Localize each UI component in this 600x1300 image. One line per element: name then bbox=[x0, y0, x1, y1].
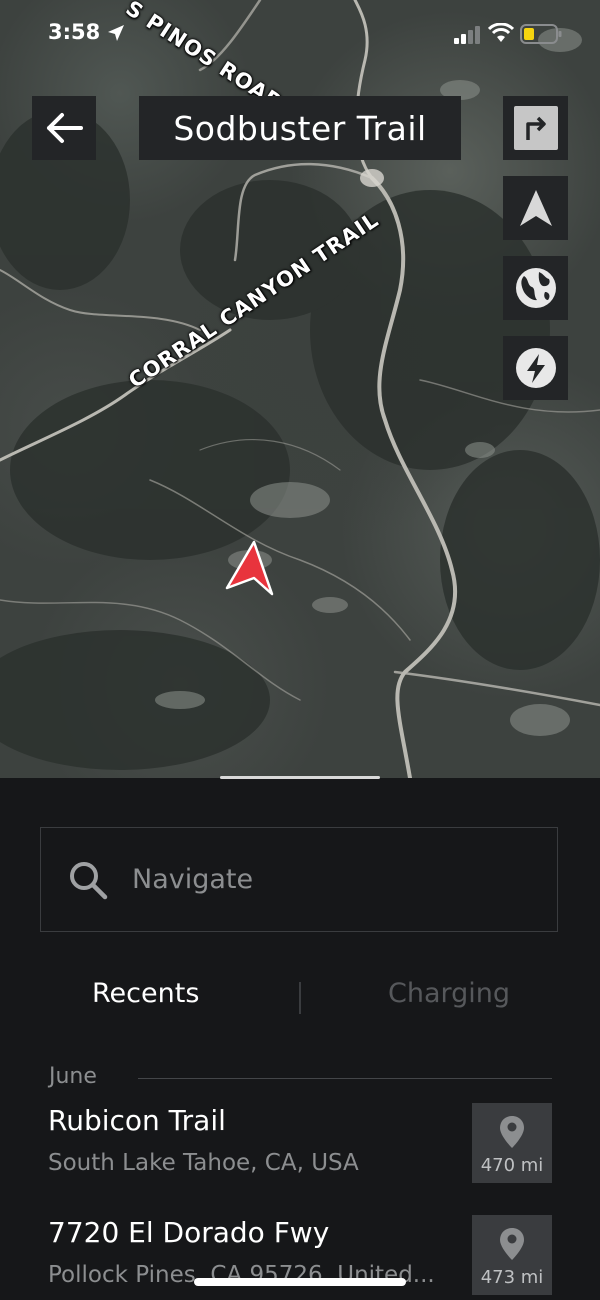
distance-label: 473 mi bbox=[480, 1267, 544, 1288]
map-pin-icon bbox=[500, 1116, 524, 1148]
destination-title[interactable]: 7720 El Dorado Fwy bbox=[48, 1216, 329, 1249]
battery-icon bbox=[520, 24, 562, 44]
home-indicator[interactable] bbox=[194, 1278, 406, 1286]
navigate-input[interactable] bbox=[130, 863, 514, 896]
destination-distance-button[interactable]: 470 mi bbox=[472, 1103, 552, 1183]
status-bar: 3:58 bbox=[0, 0, 600, 68]
cellular-signal-icon bbox=[454, 26, 480, 44]
distance-label: 470 mi bbox=[480, 1155, 544, 1176]
tab-divider bbox=[299, 982, 301, 1014]
month-header: June bbox=[49, 1064, 97, 1089]
recenter-button[interactable] bbox=[503, 176, 568, 240]
navigate-arrow-icon bbox=[519, 190, 552, 226]
status-time: 3:58 bbox=[48, 20, 101, 44]
wifi-icon bbox=[488, 23, 514, 42]
destination-address: South Lake Tahoe, CA, USA bbox=[48, 1150, 359, 1176]
current-location-arrow bbox=[225, 540, 274, 596]
search-icon bbox=[70, 861, 108, 899]
lightning-icon bbox=[515, 348, 556, 388]
destination-tabs: Recents Charging bbox=[0, 970, 600, 1030]
directions-icon bbox=[513, 106, 558, 150]
back-button[interactable] bbox=[32, 96, 96, 160]
tab-recents[interactable]: Recents bbox=[92, 978, 199, 1009]
map-pin-icon bbox=[500, 1228, 524, 1260]
tab-charging[interactable]: Charging bbox=[388, 978, 510, 1009]
globe-icon bbox=[515, 268, 556, 308]
satellite-view-button[interactable] bbox=[503, 256, 568, 320]
back-arrow-icon bbox=[47, 113, 83, 143]
divider bbox=[138, 1078, 552, 1079]
destination-title[interactable]: Rubicon Trail bbox=[48, 1104, 226, 1137]
navigate-search-box[interactable] bbox=[40, 827, 558, 932]
directions-button[interactable] bbox=[503, 96, 568, 160]
sheet-drag-handle[interactable] bbox=[220, 776, 380, 779]
destination-distance-button[interactable]: 473 mi bbox=[472, 1215, 552, 1295]
location-services-icon bbox=[108, 25, 124, 41]
trail-title: Sodbuster Trail bbox=[139, 96, 461, 160]
charging-stations-button[interactable] bbox=[503, 336, 568, 400]
